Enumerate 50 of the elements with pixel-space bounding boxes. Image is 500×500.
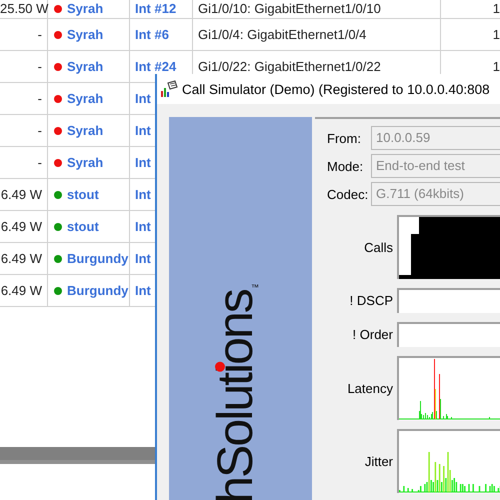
interface-link[interactable]: Int #24 [135,59,176,74]
monitor-label: ! DSCP [348,293,394,308]
input-field[interactable]: End-to-end test [371,154,500,178]
device-link[interactable]: stout [67,219,99,234]
port-cell: Gi1/0/22: GigabitEthernet1/0/22 [198,59,381,74]
monitor-label: Jitter [364,454,394,468]
interface-link[interactable]: Int #6 [135,27,169,42]
power-cell: 6.49 W [0,211,48,242]
input-field[interactable]: G.711 (64kbits) [371,182,500,206]
monitor-label: Latency [346,380,394,396]
port-cell: Gi1/0/4: GigabitEthernet1/0/4 [198,27,366,42]
power-cell: - [0,115,48,146]
device-link[interactable]: Syrah [67,0,104,18]
field-label: Codec: [326,186,370,202]
interface-link[interactable]: Int [135,123,151,138]
window-title: Call Simulator (Demo) (Registered to 10.0.0.40:808 [182,82,490,96]
interface-link[interactable]: Int [135,91,151,106]
phone-chart-icon [160,80,178,98]
device-link[interactable]: Syrah [67,27,104,42]
device-link[interactable]: Syrah [67,155,104,170]
table-cell: 1 [492,27,500,42]
monitor-label: Calls [363,240,394,254]
device-link[interactable]: Syrah [67,91,104,106]
trademark-mark: ™ [251,283,259,292]
table-cell: 1 [492,1,500,16]
power-cell: - [0,83,48,114]
field-label: Mode: [326,158,364,174]
device-link[interactable]: Burgundy [67,251,128,266]
table-cell: 1 [492,59,500,74]
device-link[interactable]: stout [67,187,99,202]
power-cell: 6.49 W [0,243,48,274]
interface-link[interactable]: Int [135,219,151,234]
interface-link[interactable]: Int #12 [135,1,176,16]
device-link[interactable]: Syrah [67,123,104,138]
interface-link[interactable]: Int [135,251,151,266]
port-cell: Gi1/0/10: GigabitEthernet1/0/10 [198,1,381,16]
device-link[interactable]: Burgundy [67,283,128,298]
power-cell: 25.50 W [0,0,48,18]
power-cell: - [0,147,48,178]
interface-link[interactable]: Int [135,155,151,170]
interface-link[interactable]: Int [135,283,151,298]
interface-link[interactable]: Int [135,187,151,202]
power-cell: 6.49 W [0,179,48,210]
input-field[interactable]: 10.0.0.59 [371,126,500,150]
field-label: From: [326,130,362,146]
monitor-label: ! Order [352,327,394,342]
power-cell: - [0,19,48,50]
power-cell: - [0,51,48,82]
power-cell: 6.49 W [0,275,48,306]
device-link[interactable]: Syrah [67,59,104,74]
